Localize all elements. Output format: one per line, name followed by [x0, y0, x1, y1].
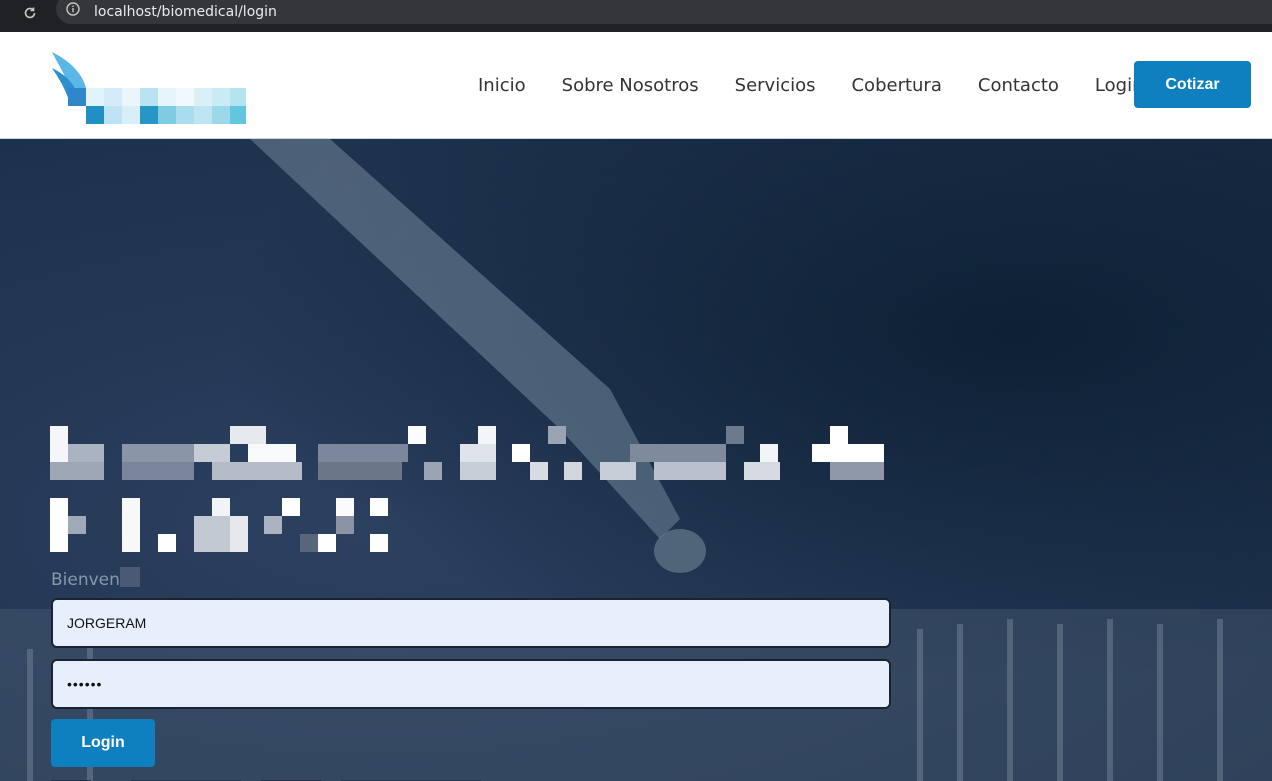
main-nav: Inicio Sobre Nosotros Servicios Cobertur… [460, 32, 1161, 139]
address-bar[interactable]: localhost/biomedical/login [56, 0, 1272, 24]
site-header: Inicio Sobre Nosotros Servicios Cobertur… [0, 32, 1272, 139]
cotizar-button[interactable]: Cotizar [1134, 61, 1251, 108]
hero-section: Bienven JORGERAM •••••• Login [0, 139, 1272, 781]
username-field[interactable]: JORGERAM [51, 598, 891, 648]
nav-sobre-nosotros[interactable]: Sobre Nosotros [562, 75, 699, 96]
wing-logo-icon[interactable] [50, 50, 250, 126]
url-text: localhost/biomedical/login [94, 3, 277, 20]
footer-link-pixelated [51, 775, 501, 781]
info-icon[interactable] [66, 2, 80, 16]
welcome-text: Bienven [51, 570, 120, 590]
nav-servicios[interactable]: Servicios [735, 75, 816, 96]
nav-inicio[interactable]: Inicio [478, 75, 526, 96]
nav-contacto[interactable]: Contacto [978, 75, 1059, 96]
browser-toolbar: localhost/biomedical/login [0, 0, 1272, 25]
password-field[interactable]: •••••• [51, 659, 891, 709]
chrome-divider [0, 25, 1272, 32]
reload-icon[interactable] [23, 6, 37, 20]
headline-pixelated [50, 426, 890, 552]
login-button[interactable]: Login [51, 719, 155, 767]
nav-cobertura[interactable]: Cobertura [851, 75, 941, 96]
welcome-pixelated [120, 567, 140, 587]
